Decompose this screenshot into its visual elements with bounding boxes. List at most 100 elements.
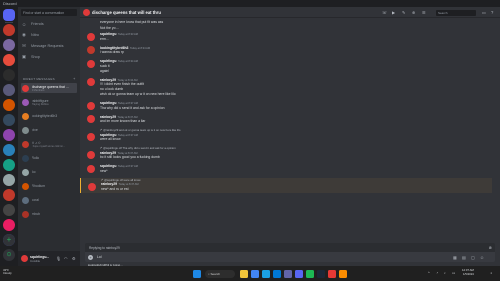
server-icon[interactable]: [3, 189, 15, 201]
server-icon[interactable]: [3, 159, 15, 171]
dm-item[interactable]: discharge queens that ... 4 Members: [21, 83, 77, 93]
avatar[interactable]: [87, 164, 95, 173]
server-icon[interactable]: [3, 24, 15, 36]
headphones-icon[interactable]: ◠: [64, 256, 68, 261]
nav-nitro[interactable]: ◉ Nitro: [21, 31, 77, 39]
clock[interactable]: 12:07 AM 1/5/2024: [462, 268, 474, 276]
message-author[interactable]: rainboy29 Today at 8:37 AM: [101, 182, 139, 186]
emoji-icon[interactable]: ☺: [480, 255, 484, 260]
spotify-icon[interactable]: [306, 269, 314, 278]
app-icon[interactable]: [339, 269, 347, 278]
avatar[interactable]: [21, 255, 28, 262]
avatar[interactable]: [88, 182, 96, 191]
dm-item[interactable]: lookingtitybrd6h3: [21, 111, 77, 121]
weather-widget[interactable]: 43°F Cloudy: [3, 268, 12, 276]
gear-icon[interactable]: ⚙: [72, 256, 76, 261]
username[interactable]: squirlingu...: [30, 255, 49, 259]
message-author[interactable]: squirlingu Today at 8:33 AM: [100, 32, 138, 36]
message-author[interactable]: rainboy29 Today at 8:34 AM: [100, 78, 138, 82]
server-icon[interactable]: [3, 204, 15, 216]
battery-icon[interactable]: ▭: [452, 271, 455, 275]
message-input[interactable]: Lol: [97, 255, 102, 259]
add-member-icon[interactable]: ⊕: [412, 10, 416, 15]
message-author[interactable]: rainboy29 Today at 8:37 AM: [100, 115, 138, 119]
gift-icon[interactable]: ▦: [453, 255, 457, 260]
chrome-icon[interactable]: [251, 269, 259, 278]
dm-search-input[interactable]: Find or start a conversation: [21, 9, 77, 16]
server-icon[interactable]: [3, 84, 15, 96]
taskbar-search[interactable]: ⌕ Search: [205, 269, 235, 278]
close-reply-icon[interactable]: ⊗: [489, 245, 492, 250]
teams-icon[interactable]: [284, 269, 292, 278]
message: ↱ @squirlingu off were all know rainboy29…: [80, 177, 492, 193]
dm-item[interactable]: pixel: [21, 125, 77, 135]
server-icon[interactable]: [3, 99, 15, 111]
message-author[interactable]: lookingtitybrd6h3 Today at 8:34 AM: [100, 46, 150, 50]
avatar[interactable]: [87, 32, 95, 41]
dm-item[interactable]: coral: [21, 195, 77, 205]
add-attachment-icon[interactable]: +: [88, 254, 93, 260]
message-author[interactable]: squirlingu Today at 8:37 AM: [100, 101, 138, 105]
server-icon[interactable]: [3, 54, 15, 66]
message-author[interactable]: squirlingu Today at 8:34 AM: [100, 59, 138, 63]
dm-item[interactable]: Rhodium: [21, 181, 77, 191]
store-icon[interactable]: [273, 269, 281, 278]
message-author[interactable]: rainboy29 Today at 8:37 AM: [100, 151, 138, 155]
video-icon[interactable]: ▶: [392, 10, 395, 15]
chat-search-input[interactable]: Search: [436, 9, 476, 16]
server-icon[interactable]: [3, 129, 15, 141]
message-author[interactable]: squirlingu Today at 8:37 AM: [100, 164, 138, 168]
reply-preview[interactable]: ↱ @squirlingu off were all know: [101, 178, 141, 182]
steam-icon[interactable]: [317, 269, 325, 278]
file-explorer-icon[interactable]: [240, 269, 248, 278]
server-icon[interactable]: [3, 144, 15, 156]
discord-logo-icon[interactable]: [3, 9, 15, 21]
avatar[interactable]: [87, 101, 95, 110]
dm-item[interactable]: ㅇㅅㅇ i hope myself some cold mi…: [21, 139, 77, 149]
dm-item[interactable]: Rollo: [21, 153, 77, 163]
wifi-icon[interactable]: ◔: [436, 271, 438, 275]
add-server-icon[interactable]: +: [3, 234, 15, 246]
notification-icon[interactable]: ◖: [490, 271, 492, 275]
app-icon[interactable]: [328, 269, 336, 278]
volume-icon[interactable]: ♪: [444, 271, 446, 275]
server-icon[interactable]: [3, 69, 15, 81]
avatar[interactable]: [87, 151, 95, 159]
server-icon[interactable]: [3, 114, 15, 126]
message-input-box[interactable]: + Lol ▦ ▤ ▢ ☺: [85, 252, 495, 262]
avatar[interactable]: [87, 133, 95, 141]
server-icon[interactable]: [3, 219, 15, 231]
dm-item[interactable]: ikc: [21, 167, 77, 177]
edge-icon[interactable]: [262, 269, 270, 278]
gif-icon[interactable]: ▤: [462, 255, 466, 260]
pin-icon[interactable]: ✎: [402, 10, 406, 15]
avatar[interactable]: [87, 59, 95, 68]
avatar[interactable]: [87, 46, 95, 54]
nav-message-requests[interactable]: ✉ Message Requests: [21, 42, 77, 50]
message-text: suck it: [100, 63, 110, 68]
avatar[interactable]: [87, 115, 95, 123]
server-icon[interactable]: [3, 174, 15, 186]
discord-icon[interactable]: [295, 269, 303, 278]
inbox-icon[interactable]: ▭: [482, 10, 486, 15]
start-icon[interactable]: [193, 269, 201, 278]
message-list[interactable]: everyone in here know that put fit was a…: [80, 18, 500, 239]
dm-item[interactable]: rabbitfigure Playing Roblox: [21, 97, 77, 107]
mic-icon[interactable]: 🎙: [56, 256, 61, 261]
sticker-icon[interactable]: ▢: [471, 255, 475, 260]
call-icon[interactable]: ☏: [382, 10, 387, 15]
dm-item[interactable]: mbub: [21, 209, 77, 219]
avatar[interactable]: [87, 78, 95, 86]
message-author[interactable]: squirlingu Today at 8:37 AM: [100, 133, 138, 137]
nav-friends[interactable]: ☺ Friends: [21, 20, 77, 28]
reply-preview[interactable]: ↱ @rainboy29 and ok ur gonna team up w i…: [100, 128, 180, 132]
server-icon[interactable]: [3, 39, 15, 51]
mail-icon: ✉: [22, 43, 26, 48]
reply-preview[interactable]: ↱ @squirlingu off Tha why did u send it …: [100, 146, 176, 150]
help-icon[interactable]: ?: [491, 10, 493, 15]
chevron-up-icon[interactable]: ^: [428, 271, 430, 275]
members-icon[interactable]: ☰: [422, 10, 426, 15]
create-dm-icon[interactable]: +: [73, 76, 76, 81]
nav-shop[interactable]: ▣ Shop: [21, 53, 77, 61]
explore-icon[interactable]: ⊙: [3, 249, 15, 261]
